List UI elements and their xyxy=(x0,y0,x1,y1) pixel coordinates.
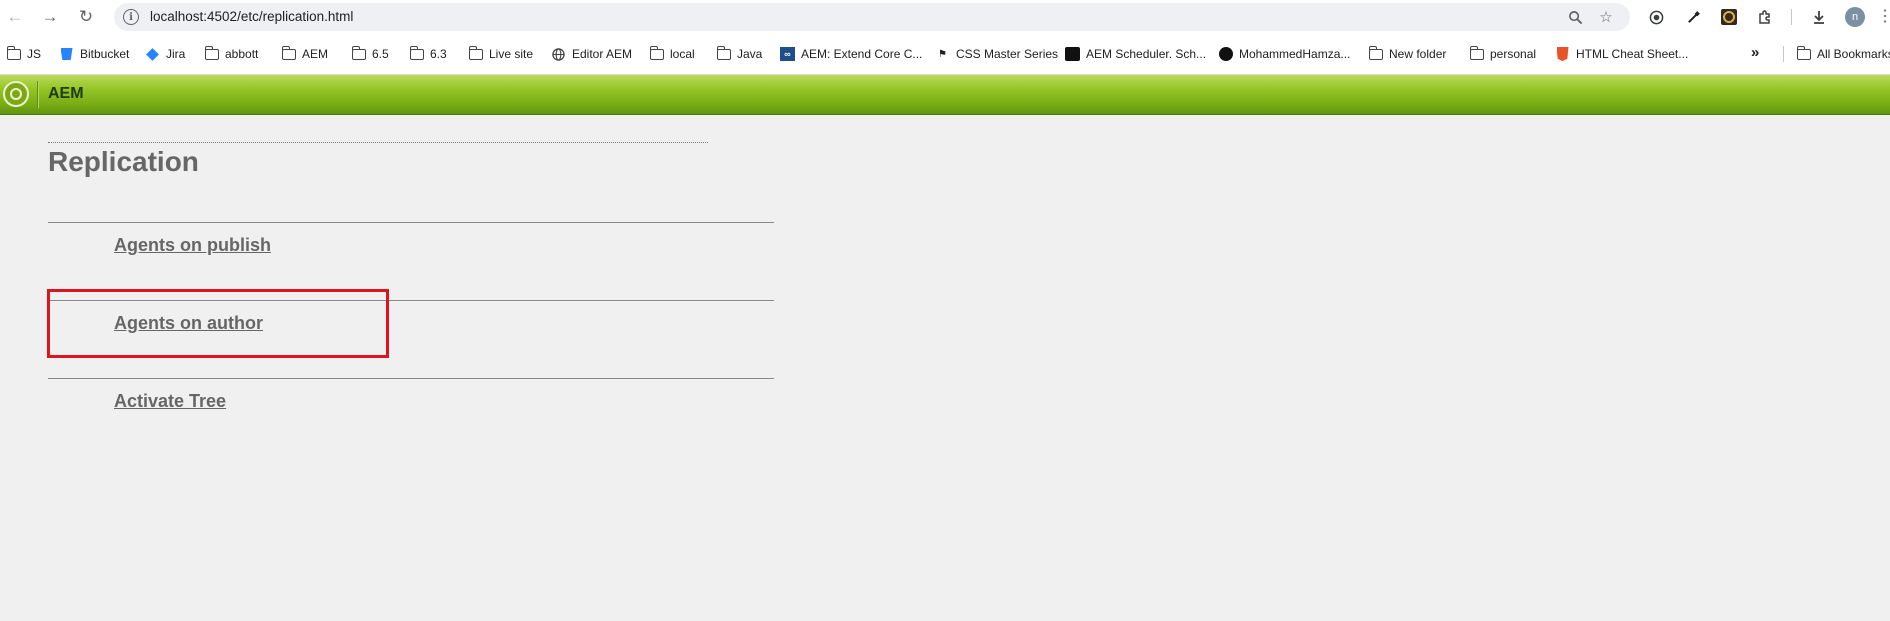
bookmark-java[interactable]: Java xyxy=(716,44,763,64)
all-bookmarks-label: All Bookmarks xyxy=(1817,47,1890,61)
back-arrow-icon[interactable]: ← xyxy=(3,5,27,29)
page-title: Replication xyxy=(48,146,199,177)
bookmark-label: Jira xyxy=(166,47,186,61)
folder-icon xyxy=(351,45,366,60)
bookmark-jira[interactable]: Jira xyxy=(145,44,185,64)
bookmark-label: Java xyxy=(737,47,763,61)
bitbucket-icon xyxy=(59,47,74,62)
bookmark-label: CSS Master Series xyxy=(956,47,1059,61)
bookmark-label: MohammedHamza... xyxy=(1239,47,1351,61)
address-bar[interactable]: i localhost:4502/etc/replication.html ☆ xyxy=(114,3,1630,31)
browser-menu-kebab-icon[interactable]: ⋮ xyxy=(1877,7,1890,27)
bookmark-label: AEM Scheduler. Sch... xyxy=(1086,47,1207,61)
bookmark-label: New folder xyxy=(1389,47,1447,61)
address-url[interactable]: localhost:4502/etc/replication.html xyxy=(150,9,353,24)
download-icon[interactable] xyxy=(1808,6,1830,28)
browser-toolbar: ← → ↻ i localhost:4502/etc/replication.h… xyxy=(0,0,1890,34)
bookmark-label: AEM: Extend Core C... xyxy=(801,47,923,61)
replication-list-item: Activate Tree xyxy=(48,378,774,457)
bookmark-6-3[interactable]: 6.3 xyxy=(409,44,447,64)
eyedropper-extension-icon[interactable] xyxy=(1682,6,1704,28)
bookmark-local[interactable]: local xyxy=(649,44,695,64)
bookmark-label: abbott xyxy=(225,47,259,61)
forward-arrow-icon[interactable]: → xyxy=(38,5,62,29)
folder-icon xyxy=(409,45,424,60)
folder-icon xyxy=(1796,45,1811,60)
bookmark-abbott[interactable]: abbott xyxy=(204,44,259,64)
jira-icon xyxy=(145,47,160,62)
toolbar-separator xyxy=(1791,9,1792,25)
folder-icon xyxy=(468,45,483,60)
aem-title[interactable]: AEM xyxy=(48,85,84,103)
html-icon xyxy=(1555,47,1570,62)
bookmarks-separator xyxy=(1783,46,1784,62)
record-extension-icon[interactable] xyxy=(1645,6,1667,28)
highlight-annotation-box xyxy=(47,289,389,358)
bookmark-live-site[interactable]: Live site xyxy=(468,44,534,64)
all-bookmarks[interactable]: All Bookmarks xyxy=(1796,44,1890,64)
bookmark-star-icon[interactable]: ☆ xyxy=(1596,7,1616,27)
bookmark-label: 6.5 xyxy=(372,47,389,61)
activate-tree-link[interactable]: Activate Tree xyxy=(114,391,226,412)
bookmark-editor-aem[interactable]: Editor AEM xyxy=(551,44,632,64)
bookmarks-bar: JS Bitbucket Jira abbott AEM 6.5 6.3 Liv… xyxy=(0,34,1890,75)
bookmark-html-cheat-sheet[interactable]: HTML Cheat Sheet... xyxy=(1555,44,1688,64)
bookmark-label: personal xyxy=(1490,47,1537,61)
site-info-icon[interactable]: i xyxy=(123,9,139,25)
bookmark-js[interactable]: JS xyxy=(6,44,42,64)
link-icon: ∞ xyxy=(780,47,795,62)
folder-icon xyxy=(204,45,219,60)
globe-icon xyxy=(551,47,566,62)
profile-avatar[interactable]: n xyxy=(1845,7,1865,27)
bookmark-label: AEM xyxy=(302,47,329,61)
folder-icon xyxy=(281,45,296,60)
bookmark-label: HTML Cheat Sheet... xyxy=(1576,47,1689,61)
agents-on-publish-link[interactable]: Agents on publish xyxy=(114,235,271,256)
extensions-puzzle-icon[interactable] xyxy=(1754,6,1776,28)
bookmark-aem-scheduler[interactable]: AEM Scheduler. Sch... xyxy=(1065,44,1206,64)
folder-icon xyxy=(649,45,664,60)
bookmark-label: local xyxy=(670,47,695,61)
title-rule xyxy=(48,142,708,143)
aem-logo-icon[interactable] xyxy=(3,81,29,107)
flag-icon: ⚑ xyxy=(938,48,947,60)
extension-badge-icon[interactable] xyxy=(1718,6,1740,28)
folder-icon xyxy=(1368,45,1383,60)
video-icon xyxy=(1065,47,1080,62)
folder-icon xyxy=(6,45,21,60)
folder-icon xyxy=(1469,45,1484,60)
bookmark-bitbucket[interactable]: Bitbucket xyxy=(59,44,129,64)
bookmark-label: Editor AEM xyxy=(572,47,633,61)
bookmark-aem[interactable]: AEM xyxy=(281,44,329,64)
folder-icon xyxy=(716,45,731,60)
bookmark-new-folder[interactable]: New folder xyxy=(1368,44,1447,64)
github-icon xyxy=(1218,47,1233,62)
bookmarks-overflow-button[interactable]: » xyxy=(1751,44,1759,61)
zoom-icon[interactable] xyxy=(1565,7,1585,27)
aem-header-divider xyxy=(37,81,38,108)
bookmark-label: JS xyxy=(27,47,42,61)
bookmark-6-5[interactable]: 6.5 xyxy=(351,44,389,64)
bookmark-personal[interactable]: personal xyxy=(1469,44,1537,64)
bookmark-label: Live site xyxy=(489,47,534,61)
bookmark-mohammedhamza[interactable]: MohammedHamza... xyxy=(1218,44,1350,64)
bookmark-aem-extend-core[interactable]: ∞ AEM: Extend Core C... xyxy=(780,44,922,64)
aem-header-bar: AEM xyxy=(0,75,1890,115)
reload-icon[interactable]: ↻ xyxy=(74,5,98,29)
bookmark-css-master-series[interactable]: ⚑ CSS Master Series xyxy=(935,44,1058,64)
bookmark-label: 6.3 xyxy=(430,47,447,61)
bookmark-label: Bitbucket xyxy=(80,47,130,61)
